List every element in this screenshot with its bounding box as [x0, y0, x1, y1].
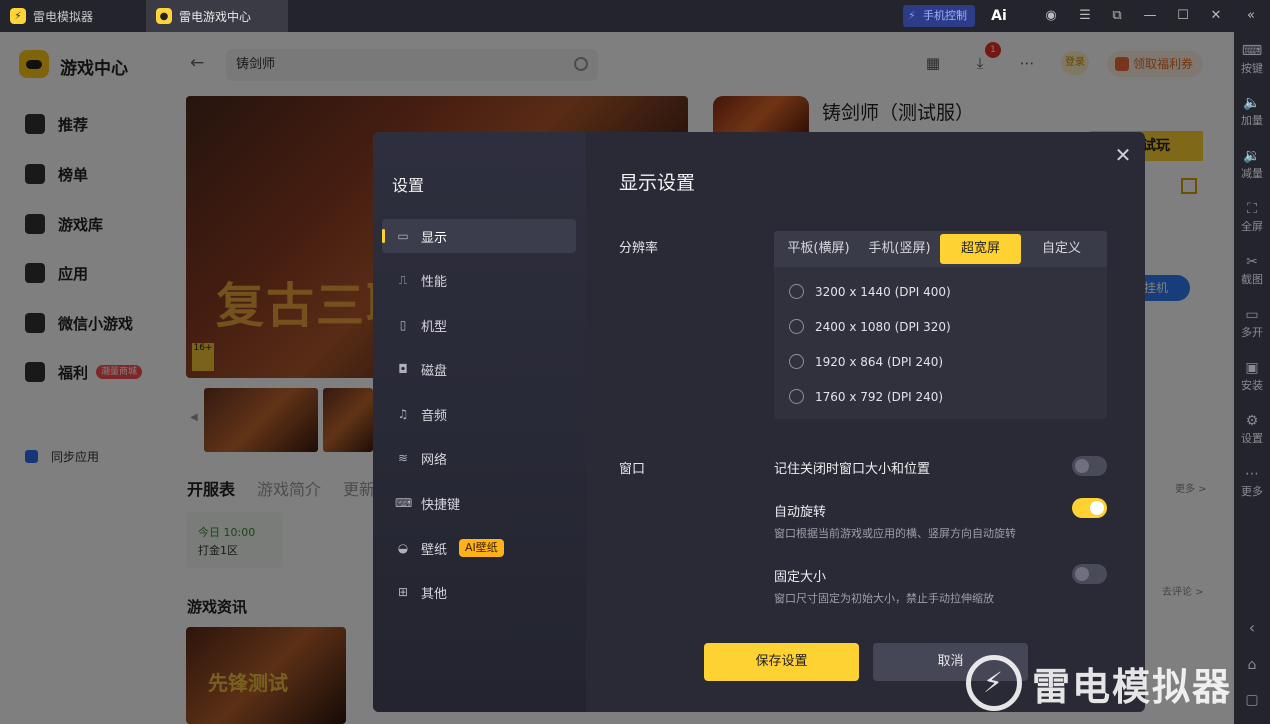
option-label: 1920 x 864 (DPI 240)	[815, 354, 944, 369]
toolbar-label: 减量	[1241, 167, 1263, 180]
ai-button[interactable]: Ai	[987, 8, 1011, 24]
settings-content-bg	[586, 132, 1145, 712]
toolbar-volume-down[interactable]: 🔉 减量	[1234, 147, 1270, 181]
toolbar-volume-up[interactable]: 🔈 加量	[1234, 94, 1270, 128]
option-label: 1760 x 792 (DPI 240)	[815, 389, 944, 404]
resolution-options: 3200 x 1440 (DPI 400) 2400 x 1080 (DPI 3…	[774, 267, 1107, 419]
maximize-icon[interactable]: ☐	[1175, 8, 1191, 24]
fixed-size-toggle[interactable]	[1072, 564, 1107, 584]
toolbar-multi-open[interactable]: ▭ 多开	[1234, 306, 1270, 340]
settings-icon: ⚙	[1245, 413, 1259, 429]
toolbar-label: 安装	[1241, 379, 1263, 392]
right-toolbar: ⌨ 按键 🔈 加量 🔉 减量 ⛶ 全屏 ✂ 截图 ▭ 多开 ▣ 安装 ⚙ 设置 ⋯ 更多 ‹ ⌂ …	[1234, 32, 1270, 724]
toolbar-keyboard[interactable]: ⌨ 按键	[1234, 42, 1270, 76]
fullscreen-icon: ⛶	[1247, 201, 1257, 217]
auto-rotate-desc: 窗口根据当前游戏或应用的横、竖屏方向自动旋转	[774, 527, 1016, 540]
toolbar-settings[interactable]: ⚙ 设置	[1234, 412, 1270, 446]
toolbar-label: 设置	[1241, 432, 1263, 445]
radio-button[interactable]	[789, 284, 804, 299]
volume-up-icon: 🔈	[1243, 95, 1261, 111]
back-icon[interactable]: ‹	[1234, 618, 1270, 637]
display-settings-title: 显示设置	[619, 172, 696, 194]
home-icon[interactable]: ⌂	[1234, 657, 1270, 673]
toolbar-label: 截图	[1241, 273, 1263, 286]
tab-emulator[interactable]: ⚡ 雷电模拟器	[0, 0, 146, 32]
phone-control-button[interactable]: 手机控制	[903, 5, 975, 27]
resolution-option[interactable]: 2400 x 1080 (DPI 320)	[789, 319, 951, 334]
menu-icon[interactable]: ☰	[1077, 8, 1093, 24]
toolbar-more[interactable]: ⋯ 更多	[1234, 465, 1270, 499]
toolbar-screenshot[interactable]: ✂ 截图	[1234, 253, 1270, 287]
toolbar-label: 多开	[1241, 326, 1263, 339]
resolution-tab-phone[interactable]: 手机(竖屏)	[859, 234, 940, 264]
resolution-tab-ultrawide[interactable]: 超宽屏	[940, 234, 1021, 264]
remember-window-label: 记住关闭时窗口大小和位置	[774, 462, 931, 477]
toolbar-label: 全屏	[1241, 220, 1263, 233]
resolution-tab-custom[interactable]: 自定义	[1021, 234, 1102, 264]
fixed-size-desc: 窗口尺寸固定为初始大小，禁止手动拉伸缩放	[774, 592, 994, 605]
fixed-size-label: 固定大小	[774, 570, 827, 585]
watermark-text: 雷电模拟器	[1032, 664, 1233, 709]
toolbar-label: 更多	[1241, 485, 1263, 498]
toolbar-label: 按键	[1241, 62, 1263, 75]
screenshot-icon: ✂	[1246, 254, 1258, 270]
minimize-icon[interactable]: —	[1142, 8, 1158, 24]
title-bar: ⚡ 雷电模拟器 ● 雷电游戏中心 手机控制 Ai ◉ ☰ ⧉ — ☐ ✕ «	[0, 0, 1270, 32]
resolution-label: 分辨率	[619, 241, 659, 256]
resolution-option[interactable]: 1760 x 792 (DPI 240)	[789, 389, 943, 404]
settings-dialog: 设置 ▭ 显示 ⎍ 性能 ▯ 机型 ◘ 磁盘 ♫ 音频 ≋ 网络 ⌨ 快捷键 ◒ 壁纸 AI壁纸 …	[373, 132, 1145, 712]
resolution-tabs: 平板(横屏) 手机(竖屏) 超宽屏 自定义	[774, 231, 1107, 267]
radio-button[interactable]	[789, 319, 804, 334]
tab-game-center[interactable]: ● 雷电游戏中心	[146, 0, 288, 32]
auto-rotate-label: 自动旋转	[774, 505, 827, 520]
recent-apps-icon[interactable]: ▢	[1234, 692, 1270, 708]
close-icon[interactable]: ✕	[1112, 144, 1134, 166]
toolbar-label: 加量	[1241, 114, 1263, 127]
toolbar-install[interactable]: ▣ 安装	[1234, 359, 1270, 393]
volume-down-icon: 🔉	[1243, 148, 1261, 164]
option-label: 2400 x 1080 (DPI 320)	[815, 319, 951, 334]
radio-button[interactable]	[789, 354, 804, 369]
tab-label: 雷电游戏中心	[179, 9, 252, 24]
resolution-tab-tablet[interactable]: 平板(横屏)	[778, 234, 859, 264]
remember-window-toggle[interactable]	[1072, 456, 1107, 476]
radio-button[interactable]	[789, 389, 804, 404]
close-window-icon[interactable]: ✕	[1208, 8, 1224, 24]
resolution-option[interactable]: 3200 x 1440 (DPI 400)	[789, 284, 951, 299]
window-label: 窗口	[619, 462, 646, 477]
more-icon: ⋯	[1245, 466, 1259, 482]
toolbar-fullscreen[interactable]: ⛶ 全屏	[1234, 200, 1270, 234]
collapse-sidebar-icon[interactable]: «	[1243, 8, 1259, 24]
option-label: 3200 x 1440 (DPI 400)	[815, 284, 951, 299]
tab-label: 雷电模拟器	[33, 9, 94, 24]
resolution-option[interactable]: 1920 x 864 (DPI 240)	[789, 354, 943, 369]
auto-rotate-toggle[interactable]	[1072, 498, 1107, 518]
ldplayer-watermark: ⚡ 雷电模拟器	[966, 652, 1232, 714]
keyboard-icon: ⌨	[1241, 43, 1263, 59]
user-icon[interactable]: ◉	[1043, 8, 1059, 24]
install-icon: ▣	[1245, 360, 1259, 376]
ldplayer-logo-icon: ⚡	[10, 8, 26, 24]
save-settings-button[interactable]: 保存设置	[704, 643, 859, 681]
restore-icon[interactable]: ⧉	[1109, 8, 1125, 24]
game-center-logo-icon: ●	[156, 8, 172, 24]
multi-open-icon: ▭	[1245, 307, 1259, 323]
settings-content: ✕ 显示设置 分辨率 平板(横屏) 手机(竖屏) 超宽屏 自定义 3200 x …	[373, 132, 1145, 712]
ldplayer-logo-icon: ⚡	[966, 655, 1022, 711]
